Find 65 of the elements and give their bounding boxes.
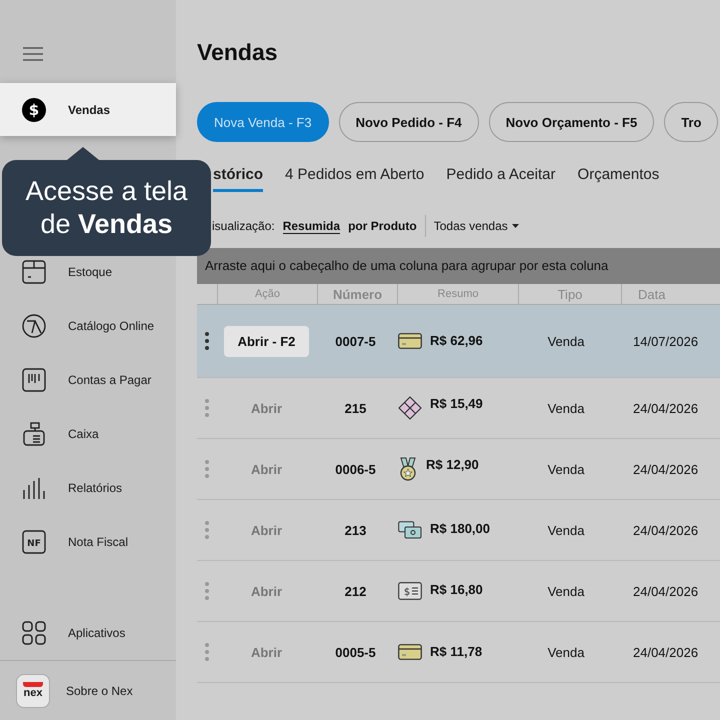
barcode-icon — [21, 367, 47, 393]
number-cell: 0006-5 — [335, 462, 376, 476]
group-bar: Arraste aqui o cabeçalho de uma coluna para agrupar por esta coluna — [197, 248, 720, 284]
sidebar-item[interactable]: Caixa — [0, 407, 176, 461]
date-cell: 24/04/2026 — [633, 462, 698, 476]
sidebar-item[interactable]: $ Vendas — [0, 83, 176, 136]
tab[interactable]: 4 Pedidos em Aberto — [285, 164, 424, 192]
date-cell: 24/04/2026 — [633, 584, 698, 598]
medal-icon — [398, 457, 418, 481]
type-cell: Venda — [548, 400, 584, 416]
grid-icon — [21, 621, 47, 645]
view-label: isualização: — [212, 219, 275, 233]
total-cell-text: R$ 180,00 — [430, 521, 490, 538]
more-icon[interactable] — [205, 332, 209, 350]
action-button[interactable]: Tro — [664, 102, 718, 142]
filter-dropdown[interactable]: Todas vendas — [434, 219, 519, 233]
total-cell: R$ 62,96 — [430, 333, 483, 349]
date-cell: 24/04/2026 — [633, 522, 698, 538]
view-option[interactable]: por Produto — [348, 219, 417, 233]
sidebar-item[interactable]: NF Nota Fiscal — [0, 515, 176, 569]
bill-icon: $ — [398, 582, 422, 600]
type-cell: Venda — [548, 644, 584, 660]
banknotes-icon — [398, 521, 422, 539]
open-button[interactable]: Abrir - F2 — [224, 326, 310, 356]
about-item[interactable]: nex Sobre o Nex — [0, 660, 176, 720]
type-cell: Venda — [548, 334, 584, 348]
number-cell: 0007-5 — [335, 334, 376, 348]
box-icon — [21, 259, 47, 285]
tooltip: Acesse a tela de Vendas — [2, 160, 211, 256]
cash-register-icon — [21, 421, 47, 447]
date-cell: 14/07/2026 — [633, 334, 698, 348]
bar-chart-icon — [21, 475, 47, 501]
type-cell: Venda — [548, 584, 584, 598]
document-icon: NF — [21, 529, 47, 555]
table-row[interactable]: Abrir - F2 0007-5 R$ 62,96 Venda 14/07/2026 — [197, 305, 720, 378]
credit-card-icon — [398, 333, 422, 349]
sidebar-item[interactable]: Relatórios — [0, 461, 176, 515]
tab[interactable]: Pedido a Aceitar — [446, 164, 556, 192]
dollar-icon: $ — [21, 96, 47, 122]
apps-item[interactable]: Aplicativos — [0, 606, 176, 660]
total-cell-text: R$ 16,80 — [430, 582, 483, 599]
credit-card-icon — [398, 644, 422, 660]
action-button[interactable]: Novo Orçamento - F5 — [488, 102, 654, 142]
caret-icon — [512, 224, 519, 228]
view-option[interactable]: Resumida — [282, 218, 340, 234]
sidebar-item[interactable]: Contas a Pagar — [0, 353, 176, 407]
globe-icon — [21, 313, 47, 339]
tab[interactable]: Orçamentos — [578, 164, 660, 192]
total-cell-text: R$ 12,90 — [426, 457, 479, 474]
number-cell: 0005-5 — [335, 644, 376, 660]
action-button[interactable]: Novo Pedido - F4 — [338, 102, 479, 142]
page-title: Vendas — [197, 38, 279, 66]
type-cell: Venda — [548, 462, 584, 476]
total-cell: R$ 11,78 — [430, 644, 482, 660]
menu-icon[interactable] — [23, 47, 43, 61]
date-cell: 24/04/2026 — [633, 644, 698, 660]
type-cell: Venda — [548, 522, 584, 538]
number-cell: 215 — [344, 400, 366, 416]
total-cell-text: R$ 15,49 — [430, 396, 483, 413]
diamond-icon — [398, 396, 422, 420]
number-cell: 213 — [344, 522, 366, 538]
sidebar-item[interactable]: Catálogo Online — [0, 299, 176, 353]
date-cell: 24/04/2026 — [633, 400, 698, 416]
number-cell: 212 — [344, 584, 366, 598]
logo: nex — [16, 674, 50, 708]
